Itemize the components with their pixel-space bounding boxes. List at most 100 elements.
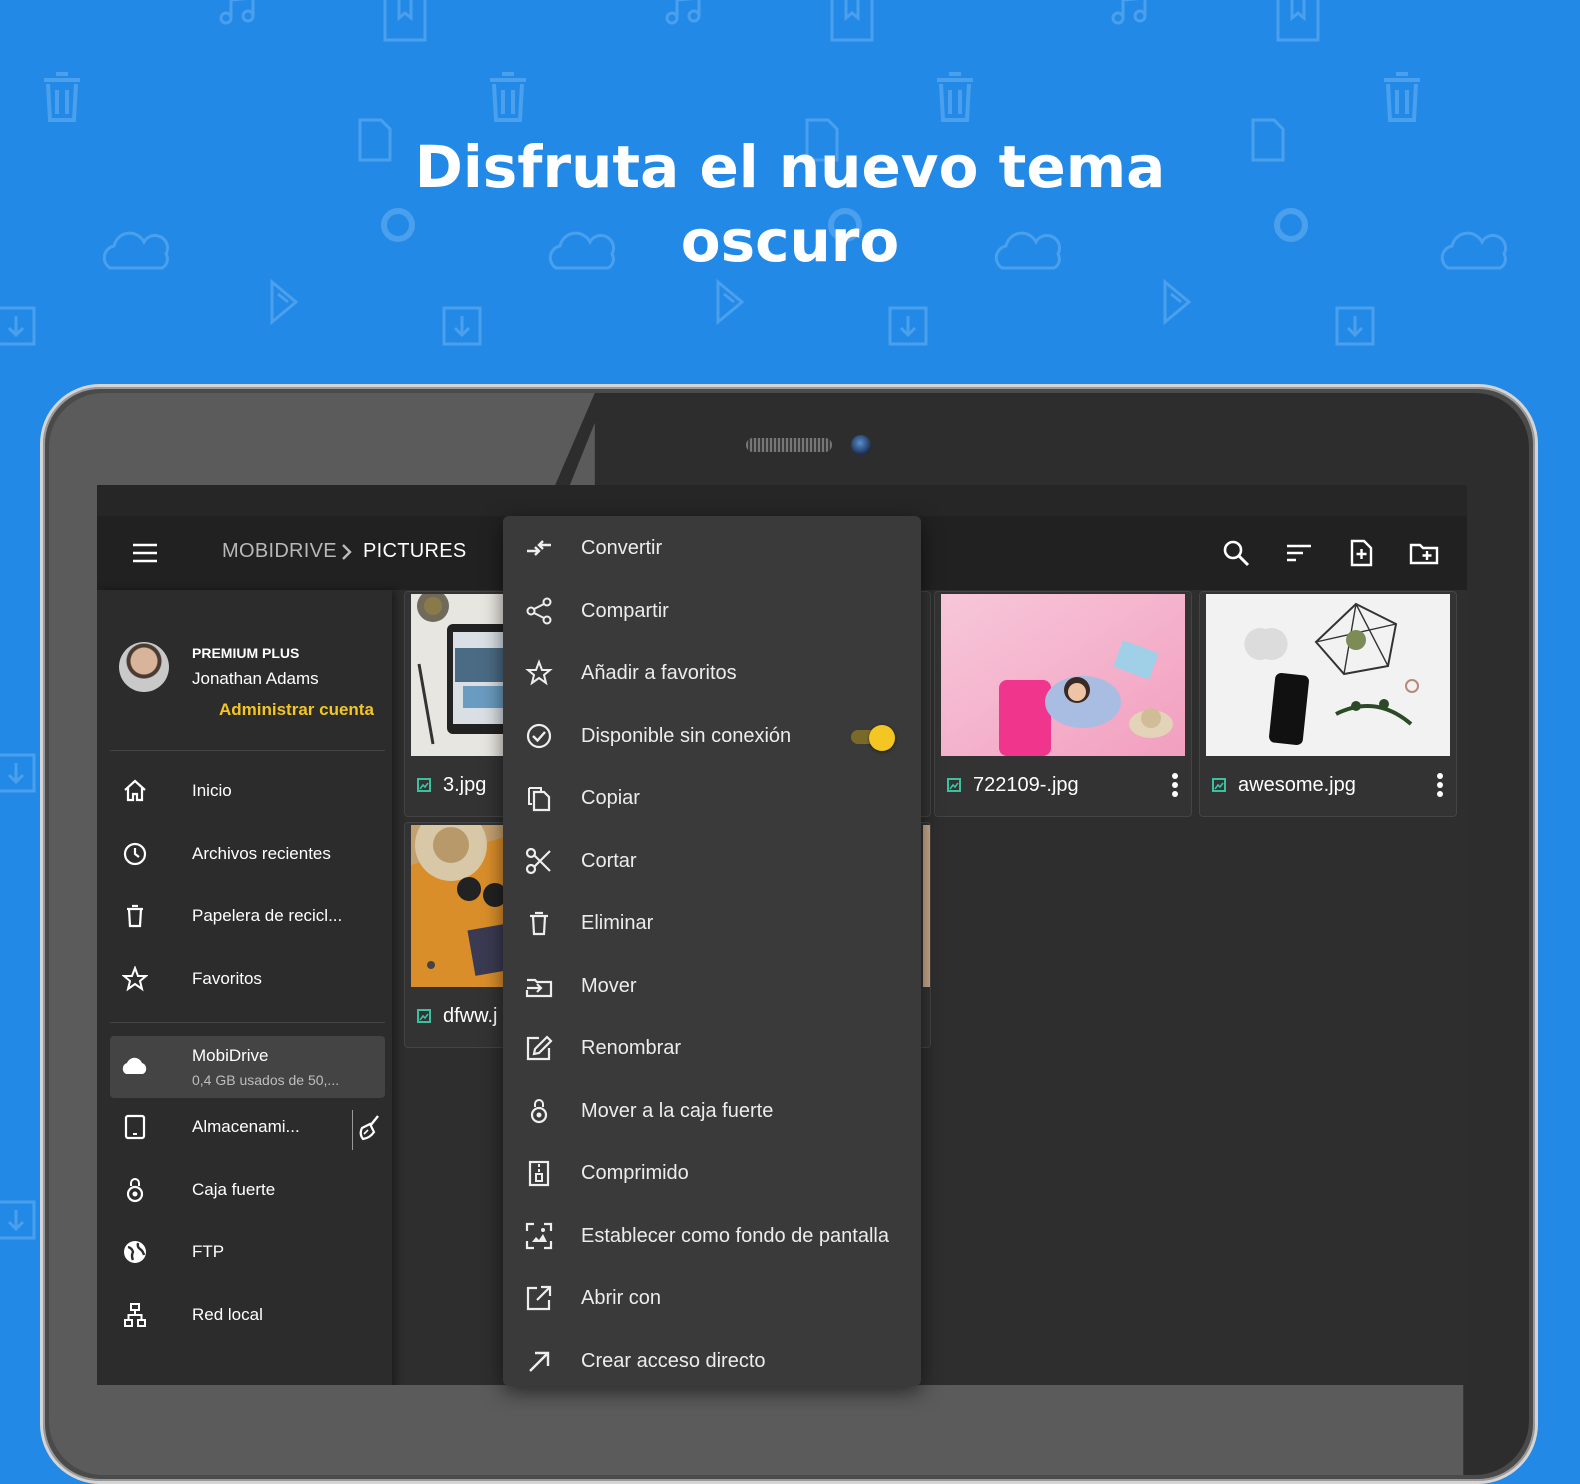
menu-item-label: Compartir [581,600,669,622]
file-name: 3.jpg [443,774,487,796]
zip-icon [528,1160,550,1187]
wallpaper-icon [525,1222,553,1250]
status-bar [97,485,1467,516]
file-name: awesome.jpg [1238,774,1356,796]
drawer-item-label: FTP [192,1242,225,1261]
drawer-item-red-local[interactable]: Red local [110,1286,385,1346]
new-folder-icon[interactable] [1409,538,1439,568]
convert-icon [527,540,551,556]
menu-item-label: Comprimido [581,1162,689,1184]
drawer-item-label: Archivos recientes [192,844,331,863]
file-card[interactable]: 722109-.jpg [934,591,1192,817]
menu-item-label: Mover a la caja fuerte [581,1100,774,1122]
menu-item-compartir[interactable]: Compartir [503,580,921,642]
more-options-icon[interactable] [1436,772,1444,798]
star-icon [122,966,148,992]
menu-item-cortar[interactable]: Cortar [503,830,921,892]
item-divider [352,1110,353,1150]
context-menu: Convertir Compartir Añadir a favoritos D… [503,516,921,1386]
manage-account-link[interactable]: Administrar cuenta [219,700,374,720]
menu-item-favoritos[interactable]: Añadir a favoritos [503,642,921,704]
more-options-icon[interactable] [1171,772,1179,798]
menu-item-sin-conexion[interactable]: Disponible sin conexión [503,705,921,767]
file-thumbnail [923,825,930,987]
file-thumbnail [941,594,1185,756]
menu-item-renombrar[interactable]: Renombrar [503,1017,921,1079]
drawer-item-label: Caja fuerte [192,1180,276,1199]
menu-item-convertir[interactable]: Convertir [503,517,921,579]
chevron-right-icon [342,544,352,560]
tablet-camera [851,435,871,455]
menu-item-mover[interactable]: Mover [503,955,921,1017]
drawer-item-label: Papelera de recicl... [192,906,343,925]
menu-item-label: Renombrar [581,1037,682,1059]
headline: Disfruta el nuevo tema oscuro [0,130,1580,278]
menu-item-label: Añadir a favoritos [581,662,737,684]
drawer-item-label: Red local [192,1305,263,1324]
menu-item-label: Crear acceso directo [581,1350,766,1372]
drawer-item-favoritos[interactable]: Favoritos [110,950,385,1010]
trash-icon [530,911,548,936]
rename-icon [526,1035,553,1061]
menu-item-eliminar[interactable]: Eliminar [503,892,921,954]
search-icon[interactable] [1221,538,1251,568]
vault-icon [530,1099,548,1124]
drawer-item-label: MobiDrive [192,1046,269,1065]
menu-item-comprimido[interactable]: Comprimido [503,1142,921,1204]
vault-icon [126,1178,144,1203]
account-plan: PREMIUM PLUS [192,645,300,661]
offline-toggle[interactable] [849,725,897,751]
menu-item-label: Cortar [581,850,637,872]
offline-check-icon [526,723,552,749]
drawer-item-inicio[interactable]: Inicio [110,762,385,822]
file-card[interactable]: awesome.jpg [1199,591,1457,817]
open-with-icon [526,1285,552,1311]
sort-icon[interactable] [1284,538,1314,568]
breadcrumb-current[interactable]: PICTURES [363,540,467,563]
globe-icon [124,1241,146,1263]
navigation-drawer: PREMIUM PLUS Jonathan Adams Administrar … [97,590,392,1385]
clock-icon [123,842,147,866]
breadcrumb-root[interactable]: MOBIDRIVE [222,540,337,563]
drawer-divider [110,750,385,751]
image-file-icon [1212,778,1226,792]
tablet-icon [124,1114,146,1140]
menu-item-label: Eliminar [581,912,654,934]
menu-item-caja-fuerte[interactable]: Mover a la caja fuerte [503,1080,921,1142]
drawer-item-label: Inicio [192,781,232,800]
drawer-item-papelera[interactable]: Papelera de recicl... [110,887,385,947]
broom-icon[interactable] [354,1112,384,1142]
menu-item-abrir-con[interactable]: Abrir con [503,1267,921,1329]
drawer-item-label: Favoritos [192,969,262,988]
menu-item-label: Copiar [581,787,640,809]
menu-item-fondo-pantalla[interactable]: Establecer como fondo de pantalla [503,1205,921,1267]
trash-icon [127,904,143,928]
menu-item-label: Convertir [581,537,663,559]
new-file-icon[interactable] [1346,538,1376,568]
menu-item-label: Disponible sin conexión [581,725,792,747]
menu-item-acceso-directo[interactable]: Crear acceso directo [503,1330,921,1386]
home-icon [124,779,146,802]
drawer-item-mobidrive[interactable]: MobiDrive 0,4 GB usados de 50,... [110,1036,385,1098]
avatar[interactable] [119,642,169,692]
menu-item-label: Establecer como fondo de pantalla [581,1225,889,1247]
scissors-icon [525,847,551,875]
file-thumbnail [1206,594,1450,756]
drawer-item-caja-fuerte[interactable]: Caja fuerte [110,1161,385,1221]
drawer-item-ftp[interactable]: FTP [110,1223,385,1283]
headline-line-2: oscuro [680,207,900,275]
move-icon [525,978,553,998]
star-icon [525,659,553,686]
drawer-item-almacenamiento[interactable]: Almacenami... [110,1098,385,1158]
drawer-item-recientes[interactable]: Archivos recientes [110,825,385,885]
image-file-icon [947,778,961,792]
tablet-speaker [746,438,832,452]
shortcut-icon [529,1351,550,1372]
share-icon [526,597,552,625]
menu-item-copiar[interactable]: Copiar [503,767,921,829]
menu-item-label: Mover [581,975,637,997]
headline-line-1: Disfruta el nuevo tema [414,133,1166,201]
copy-icon [528,787,551,812]
cloud-icon [122,1057,147,1074]
menu-icon[interactable] [132,541,158,565]
